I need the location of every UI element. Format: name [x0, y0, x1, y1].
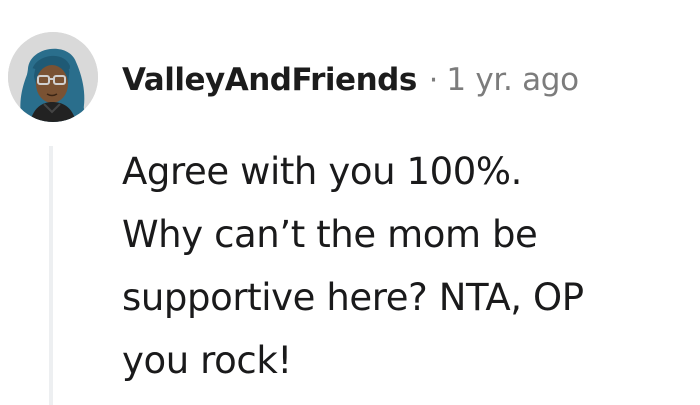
comment: ValleyAndFriends · 1 yr. ago Agree with … [0, 0, 700, 405]
timestamp[interactable]: 1 yr. ago [446, 62, 579, 98]
comment-line: Why can’t the mom be [122, 213, 538, 256]
author-username[interactable]: ValleyAndFriends [122, 62, 417, 98]
comment-line: supportive here? NTA, OP [122, 276, 584, 319]
thread-line[interactable] [49, 146, 53, 405]
avatar-illustration-icon [8, 32, 98, 122]
comment-body: Agree with you 100%. Why can’t the mom b… [122, 140, 682, 392]
meta-separator: · [428, 62, 439, 98]
comment-line: Agree with you 100%. [122, 150, 523, 193]
comment-line: you rock! [122, 339, 292, 382]
comment-meta: ValleyAndFriends · 1 yr. ago [122, 58, 579, 102]
avatar[interactable] [8, 32, 98, 122]
